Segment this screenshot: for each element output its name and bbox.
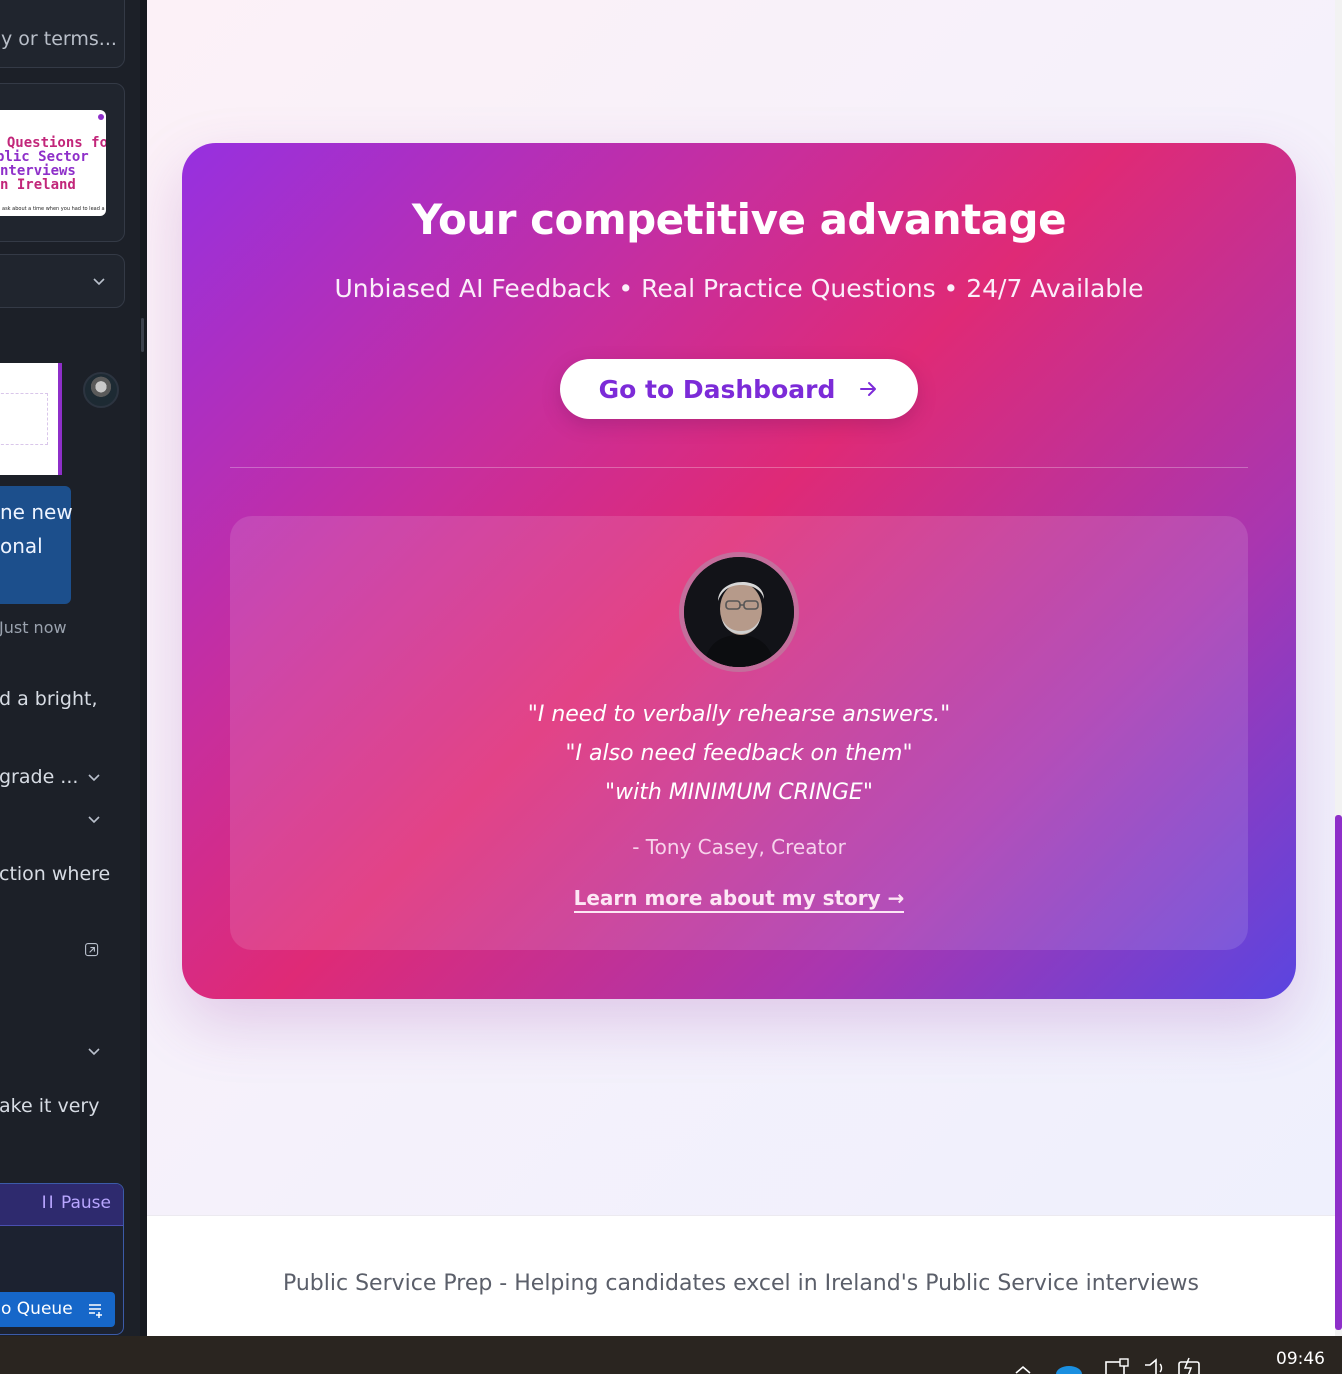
- message-timestamp: Just now: [0, 618, 67, 637]
- dashboard-button-label: Go to Dashboard: [598, 374, 836, 404]
- footer-text: Public Service Prep - Helping candidates…: [282, 1271, 1200, 1296]
- tool-call-label[interactable]: grade ...: [0, 766, 78, 788]
- testimonial-card: "I need to verbally rehearse answers." "…: [230, 516, 1248, 950]
- thumbnail-line: n Ireland: [0, 177, 76, 193]
- thumbnail-line: blic Sector: [0, 149, 89, 165]
- response-text: ction where: [0, 863, 111, 885]
- search-box[interactable]: y or terms...: [0, 0, 125, 68]
- volume-icon[interactable]: [1142, 1358, 1168, 1374]
- go-to-dashboard-button[interactable]: Go to Dashboard: [560, 359, 918, 419]
- user-message-bubble: ne new onal: [0, 486, 73, 604]
- thumbnail-line: nterviews: [0, 163, 76, 179]
- panel-splitter[interactable]: [140, 0, 147, 1336]
- pause-icon: II: [41, 1193, 56, 1213]
- taskbar: 09:46: [0, 1336, 1342, 1374]
- thumbnail-caption: ask about a time when you had to lead a: [2, 206, 105, 212]
- cta-subtitle: Unbiased AI Feedback • Real Practice Que…: [334, 274, 1144, 303]
- preview-frame: [0, 393, 48, 445]
- network-icon[interactable]: [1104, 1358, 1132, 1374]
- response-text: ake it very: [0, 1095, 100, 1117]
- page-footer: Public Service Prep - Helping candidates…: [147, 1215, 1335, 1336]
- thumbnail-line: e Questions fo: [0, 135, 106, 151]
- battery-charging-icon[interactable]: [1176, 1356, 1204, 1374]
- document-thumbnail[interactable]: e Questions fo blic Sector nterviews n I…: [0, 110, 106, 216]
- divider: [230, 467, 1248, 468]
- chevron-down-icon[interactable]: [86, 769, 102, 785]
- chevron-down-icon[interactable]: [91, 273, 107, 289]
- thumbnail-dot: [98, 114, 104, 120]
- queue-button-label: o Queue: [1, 1299, 73, 1319]
- testimonial-attribution: - Tony Casey, Creator: [632, 835, 846, 859]
- queue-header: II Pause: [0, 1184, 123, 1226]
- image-preview[interactable]: [0, 363, 62, 475]
- main-page: Your competitive advantage Unbiased AI F…: [147, 0, 1335, 1336]
- open-external-icon[interactable]: [84, 942, 104, 962]
- pause-button[interactable]: II Pause: [42, 1193, 111, 1213]
- cta-title: Your competitive advantage: [411, 195, 1067, 244]
- search-placeholder: y or terms...: [1, 28, 117, 50]
- creator-avatar: [679, 552, 799, 672]
- cta-card: Your competitive advantage Unbiased AI F…: [182, 143, 1296, 999]
- message-line: ne new: [0, 500, 73, 524]
- onedrive-icon[interactable]: [1054, 1364, 1084, 1374]
- scrollbar-thumb[interactable]: [1335, 815, 1342, 1330]
- splitter-grip[interactable]: [141, 318, 144, 352]
- testimonial-quote: "I need to verbally rehearse answers.": [527, 702, 951, 727]
- add-to-queue-button[interactable]: o Queue: [0, 1292, 115, 1327]
- message-queue: II Pause o Queue: [0, 1183, 124, 1335]
- avatar: [83, 372, 119, 408]
- taskbar-clock[interactable]: 09:46: [1276, 1349, 1325, 1369]
- testimonial-quote: "I also need feedback on them": [565, 741, 913, 766]
- creator-portrait: [684, 557, 794, 667]
- learn-more-story-link[interactable]: Learn more about my story →: [573, 886, 905, 913]
- message-line: onal: [0, 534, 43, 558]
- queue-add-icon: [89, 1304, 102, 1318]
- chat-sidebar: y or terms... e Questions fo blic Sector…: [0, 0, 140, 1336]
- chevron-up-icon[interactable]: [1012, 1364, 1034, 1374]
- chevron-down-icon[interactable]: [86, 1043, 102, 1059]
- response-text: d a bright,: [0, 688, 98, 710]
- testimonial-quote: "with MINIMUM CRINGE": [605, 780, 873, 805]
- arrow-right-icon: [860, 382, 877, 396]
- chevron-down-icon[interactable]: [86, 811, 102, 827]
- pause-label: Pause: [61, 1193, 111, 1213]
